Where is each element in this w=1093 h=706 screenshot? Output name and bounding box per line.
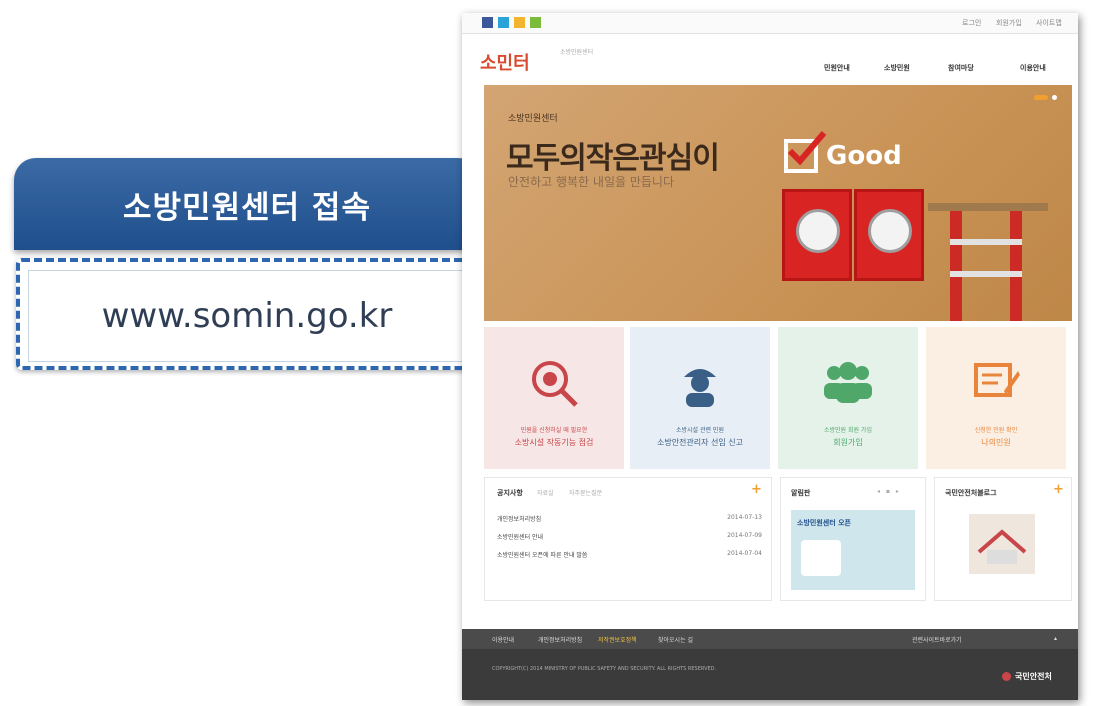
pressure-gauge-icon	[868, 209, 912, 253]
notice-date: 2014-07-09	[727, 532, 762, 539]
footer-link-1[interactable]: 이용안내	[492, 635, 514, 644]
pipe-left	[950, 209, 962, 321]
house-icon	[977, 529, 1027, 564]
notice-title[interactable]: 공지사항	[497, 488, 523, 498]
tile-line1: 소방민원 회원 가입	[824, 427, 872, 434]
document-pen-icon	[970, 357, 1022, 411]
notice-date: 2014-07-13	[727, 514, 762, 521]
tile-my-requests[interactable]: 신청한 민원 확인 나의민원	[926, 327, 1066, 469]
logo-subtitle: 소방민원센터	[560, 49, 594, 56]
url-box[interactable]: www.somin.go.kr	[28, 270, 466, 362]
pipe-right	[1010, 209, 1022, 321]
tile-manager[interactable]: 소방시설 관련 민원 소방안전관리자 선임 신고	[630, 327, 770, 469]
good-text: Good	[826, 141, 902, 171]
tile-line1: 소방시설 관련 민원	[676, 427, 724, 434]
utility-join[interactable]: 회원가입	[996, 18, 1022, 28]
good-badge: Good	[784, 131, 902, 173]
more-plus-icon[interactable]: +	[1053, 482, 1064, 497]
footer-links: 이용안내 개인정보처리방침 저작권보호정책 찾아오시는 길 관련사이트바로가기 …	[462, 629, 1078, 649]
checkmark-icon	[784, 131, 826, 173]
footer-link-2[interactable]: 개인정보처리방침	[538, 635, 582, 644]
utility-login[interactable]: 로그인	[962, 18, 981, 28]
hero-subtitle: 안전하고 행복한 내일을 만듭니다	[508, 175, 675, 189]
utility-sitemap[interactable]: 사이트맵	[1036, 18, 1062, 28]
footer-org-name: 국민안전처	[1015, 672, 1052, 681]
url-text: www.somin.go.kr	[101, 296, 393, 336]
tile-line1: 민원을 신청하실 때 필요한	[520, 427, 588, 434]
tile-inspection[interactable]: 민원을 신청하실 때 필요한 소방시설 작동기능 점검	[484, 327, 624, 469]
hero-small-label: 소방민원센터	[508, 114, 558, 124]
users-icon	[820, 357, 876, 411]
popup-banner[interactable]: 소방민원센터 오픈	[791, 510, 915, 590]
banner-image	[801, 540, 841, 576]
more-plus-icon[interactable]: +	[751, 482, 762, 497]
callout-title: 소방민원센터 접속	[123, 189, 371, 226]
valve-top	[928, 203, 1048, 211]
chevron-up-icon[interactable]: ▴	[1054, 635, 1057, 642]
tab-faq[interactable]: 자주묻는질문	[569, 488, 602, 497]
nav-item-2[interactable]: 소방민원	[884, 63, 910, 73]
popup-controls-icon[interactable]: ◂ ▪ ▸	[877, 488, 901, 495]
share-icon[interactable]	[530, 17, 541, 28]
footer-org-logo: 국민안전처	[1002, 671, 1052, 682]
facebook-icon[interactable]	[482, 17, 493, 28]
callout-header: 소방민원센터 접속	[14, 158, 480, 250]
blog-title[interactable]: 국민안전처블로그	[945, 488, 997, 498]
notice-panel: 공지사항 자료실 자주묻는질문 + 개인정보처리방침 2014-07-13 소방민…	[484, 477, 772, 601]
tab-archive[interactable]: 자료실	[537, 488, 554, 497]
slide-dot[interactable]	[1052, 95, 1057, 100]
magnifier-icon	[528, 357, 580, 413]
notice-text: 소방민원센터 오픈에 따른 안내 말씀	[497, 552, 588, 559]
firefighter-icon	[674, 357, 726, 413]
notice-text: 개인정보처리방침	[497, 516, 542, 523]
slide-indicator[interactable]	[1034, 95, 1048, 100]
tile-signup[interactable]: 소방민원 회원 가입 회원가입	[778, 327, 918, 469]
popup-title: 알림판	[791, 489, 811, 497]
pressure-gauge-icon	[796, 209, 840, 253]
tile-line2: 소방시설 작동기능 점검	[514, 438, 594, 447]
emblem-icon	[1002, 672, 1011, 681]
nav-item-3[interactable]: 참여마당	[948, 63, 974, 73]
logo-text: 소민터	[480, 53, 530, 74]
tile-line2: 회원가입	[833, 438, 863, 447]
notice-date: 2014-07-04	[727, 550, 762, 557]
pipe-bar	[950, 239, 1022, 245]
blog-icon[interactable]	[514, 17, 525, 28]
blog-thumbnail[interactable]	[969, 514, 1035, 574]
popup-banner-text: 소방민원센터 오픈	[797, 519, 851, 527]
related-sites-select[interactable]: 관련사이트바로가기	[912, 635, 962, 644]
footer-link-3[interactable]: 저작권보호정책	[598, 635, 637, 644]
site-logo[interactable]: 소민터	[480, 49, 530, 75]
hero-title: 모두의작은관심이	[506, 141, 720, 176]
tile-line2: 나의민원	[981, 438, 1011, 447]
notice-text: 소방민원센터 안내	[497, 534, 544, 541]
nav-item-4[interactable]: 이용안내	[1020, 63, 1046, 73]
footer-link-4[interactable]: 찾아오시는 길	[658, 635, 693, 644]
tile-line2: 소방안전관리자 선임 신고	[656, 438, 744, 447]
top-bar: 로그인 회원가입 사이트맵	[462, 13, 1078, 34]
twitter-icon[interactable]	[498, 17, 509, 28]
blog-panel: 국민안전처블로그 +	[934, 477, 1072, 601]
nav-item-1[interactable]: 민원안내	[824, 63, 850, 73]
list-item[interactable]: 소방민원센터 안내 2014-07-09	[497, 532, 762, 541]
website-screenshot: 로그인 회원가입 사이트맵 소민터 소방민원센터 민원안내 소방민원 참여마당 …	[462, 13, 1078, 700]
footer-copyright: COPYRIGHT(C) 2014 MINISTRY OF PUBLIC SAF…	[492, 666, 717, 672]
tile-line1: 신청한 민원 확인	[974, 427, 1018, 434]
list-item[interactable]: 소방민원센터 오픈에 따른 안내 말씀 2014-07-04	[497, 550, 762, 559]
pipe-bar	[950, 271, 1022, 277]
list-item[interactable]: 개인정보처리방침 2014-07-13	[497, 514, 762, 523]
popup-panel: 알림판 ◂ ▪ ▸ 소방민원센터 오픈	[780, 477, 926, 601]
